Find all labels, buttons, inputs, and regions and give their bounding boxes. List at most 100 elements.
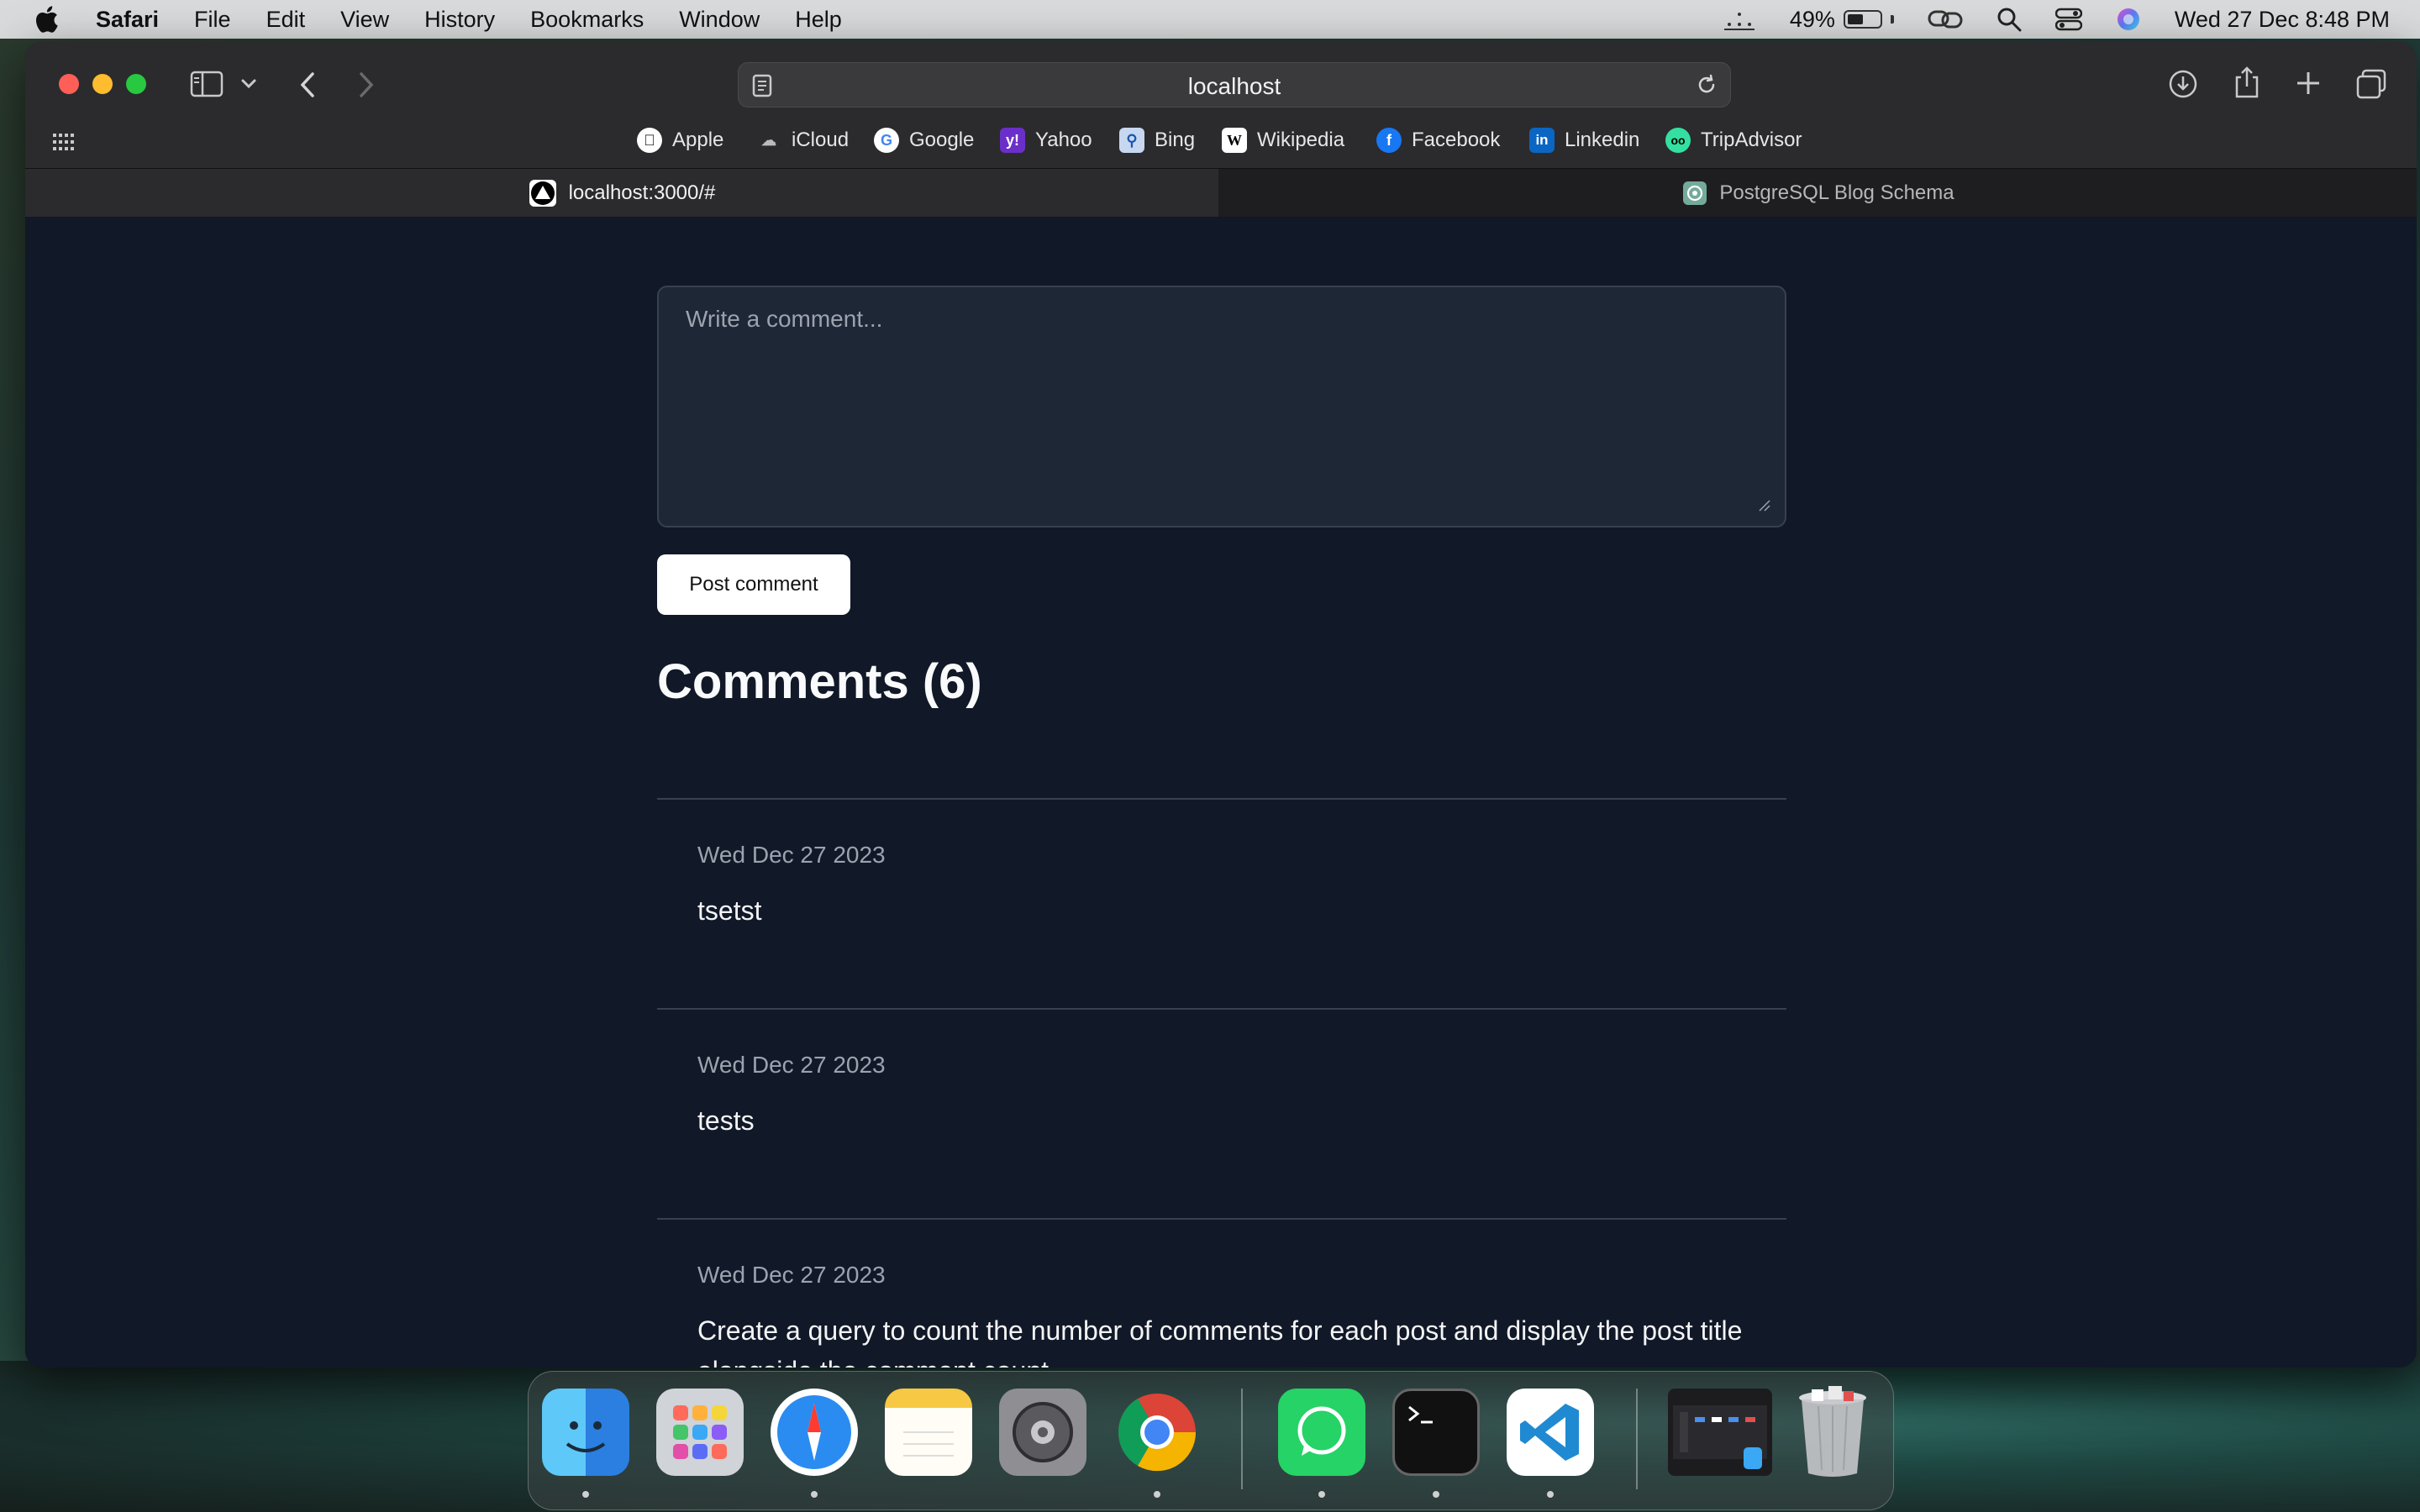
favorite-label: TripAdvisor: [1701, 129, 1802, 151]
comment-placeholder: Write a comment...: [686, 306, 883, 332]
trash-icon[interactable]: [1789, 1386, 1876, 1477]
downloads-icon[interactable]: [2168, 69, 2198, 99]
finder-icon[interactable]: [542, 1389, 629, 1476]
tab-overview-icon[interactable]: [2356, 69, 2386, 99]
favorite-label: Linkedin: [1565, 129, 1640, 151]
sidebar-toggle-icon[interactable]: [190, 71, 224, 97]
tab-localhost[interactable]: localhost:3000/#: [25, 169, 1218, 218]
chevron-down-icon[interactable]: [240, 77, 257, 91]
menu-window[interactable]: Window: [679, 7, 760, 33]
vscode-running-indicator: [1547, 1491, 1554, 1498]
downloads-stack-icon[interactable]: [1668, 1389, 1772, 1476]
wikipedia-icon: W: [1222, 128, 1247, 153]
menu-bar: Safari File Edit View History Bookmarks …: [0, 0, 2420, 39]
menu-app-name[interactable]: Safari: [96, 7, 159, 33]
menu-edit[interactable]: Edit: [266, 7, 306, 33]
menu-bookmarks[interactable]: Bookmarks: [530, 7, 644, 33]
back-icon[interactable]: [297, 71, 318, 99]
dock: [528, 1371, 1894, 1510]
battery-status[interactable]: 49%: [1790, 7, 1894, 33]
battery-level-fill: [1847, 14, 1863, 24]
vscode-icon[interactable]: [1507, 1389, 1594, 1476]
facebook-icon: f: [1376, 128, 1402, 153]
apple-menu-icon[interactable]: [34, 5, 59, 34]
tab-label: localhost:3000/#: [568, 181, 716, 204]
yahoo-icon: y!: [1000, 128, 1025, 153]
favorite-yahoo[interactable]: y! Yahoo: [1000, 128, 1092, 153]
comment-date: Wed Dec 27 2023: [697, 1052, 886, 1078]
page-content: Write a comment... Post comment Comments…: [25, 217, 2417, 1368]
safari-app-icon[interactable]: [771, 1389, 858, 1476]
tab-label: PostgreSQL Blog Schema: [1719, 181, 1954, 204]
whatsapp-running-indicator: [1318, 1491, 1325, 1498]
address-url: localhost: [1187, 73, 1281, 99]
comment-item: Wed Dec 27 2023 tests: [657, 1008, 1786, 1218]
comment-text: tsetst: [697, 895, 762, 926]
favorite-label: Bing: [1155, 129, 1196, 151]
screen-mirroring-icon[interactable]: [1723, 8, 1756, 31]
siri-icon[interactable]: [2116, 7, 2141, 32]
favorite-tripadvisor[interactable]: oo TripAdvisor: [1665, 128, 1802, 153]
menu-help[interactable]: Help: [795, 7, 842, 33]
whatsapp-icon[interactable]: [1278, 1389, 1365, 1476]
tripadvisor-icon: oo: [1665, 128, 1691, 153]
comment-text: Create a query to count the number of co…: [697, 1315, 1743, 1368]
launchpad-icon[interactable]: [656, 1389, 744, 1476]
favorite-wikipedia[interactable]: W Wikipedia: [1222, 128, 1344, 153]
comment-date: Wed Dec 27 2023: [697, 1262, 886, 1288]
comment-date: Wed Dec 27 2023: [697, 842, 886, 868]
notes-icon[interactable]: [885, 1389, 972, 1476]
favorite-label: Apple: [672, 129, 724, 151]
menu-file[interactable]: File: [194, 7, 231, 33]
zoom-window-button[interactable]: [126, 74, 146, 94]
battery-percent: 49%: [1789, 6, 1835, 32]
favorite-facebook[interactable]: f Facebook: [1376, 128, 1500, 153]
browser-toolbar: localhost Apple ☁ iCloud G Google y! Yah…: [25, 42, 2417, 168]
safari-window: localhost Apple ☁ iCloud G Google y! Yah…: [25, 42, 2417, 1368]
tab-postgresql-blog-schema[interactable]: PostgreSQL Blog Schema: [1220, 169, 2417, 218]
close-window-button[interactable]: [59, 74, 79, 94]
terminal-icon[interactable]: [1392, 1389, 1480, 1476]
favorites-bar:  Apple ☁ iCloud G Google y! Yahoo ⚲ Bin…: [25, 121, 2417, 165]
link-icon[interactable]: [1928, 7, 1963, 32]
comment-text: tests: [697, 1105, 755, 1136]
menu-clock[interactable]: Wed 27 Dec 8:48 PM: [2175, 7, 2390, 33]
system-settings-icon[interactable]: [999, 1389, 1086, 1476]
finder-running-indicator: [582, 1491, 589, 1498]
battery-icon: [1843, 10, 1882, 29]
favorite-icloud[interactable]: ☁ iCloud: [756, 128, 849, 153]
control-center-icon[interactable]: [2054, 8, 2082, 31]
favorite-linkedin[interactable]: in Linkedin: [1529, 128, 1639, 153]
favorite-apple[interactable]:  Apple: [637, 128, 723, 153]
favorite-label: Facebook: [1412, 129, 1501, 151]
vercel-favicon-icon: [529, 180, 556, 207]
chrome-icon[interactable]: [1113, 1389, 1201, 1476]
apple-icon: : [637, 128, 662, 153]
favorite-google[interactable]: G Google: [874, 128, 974, 153]
share-icon[interactable]: [2233, 66, 2260, 99]
post-comment-button[interactable]: Post comment: [657, 554, 850, 615]
new-tab-icon[interactable]: [2296, 71, 2321, 96]
comment-item: Wed Dec 27 2023 tsetst: [657, 798, 1786, 1008]
spotlight-search-icon[interactable]: [1996, 7, 2022, 32]
menu-history[interactable]: History: [424, 7, 495, 33]
comment-item: Wed Dec 27 2023 Create a query to count …: [657, 1218, 1786, 1368]
tab-bar: localhost:3000/# PostgreSQL Blog Schema: [25, 168, 2417, 218]
resize-grip-icon[interactable]: [1758, 499, 1771, 512]
address-bar[interactable]: localhost: [738, 62, 1731, 108]
linkedin-icon: in: [1529, 128, 1555, 153]
minimize-window-button[interactable]: [92, 74, 113, 94]
forward-icon[interactable]: [356, 71, 376, 99]
chatgpt-favicon-icon: [1683, 181, 1707, 205]
favorite-label: Yahoo: [1035, 129, 1092, 151]
favorite-label: Wikipedia: [1257, 129, 1345, 151]
favorite-label: Google: [909, 129, 975, 151]
menu-view[interactable]: View: [340, 7, 389, 33]
favorite-bing[interactable]: ⚲ Bing: [1119, 128, 1195, 153]
apps-grid-icon[interactable]: [52, 133, 74, 151]
dock-separator: [1636, 1389, 1638, 1489]
comment-textarea[interactable]: Write a comment...: [657, 286, 1786, 528]
reload-icon[interactable]: [1695, 73, 1718, 97]
battery-cap: [1890, 15, 1894, 24]
terminal-running-indicator: [1433, 1491, 1439, 1498]
